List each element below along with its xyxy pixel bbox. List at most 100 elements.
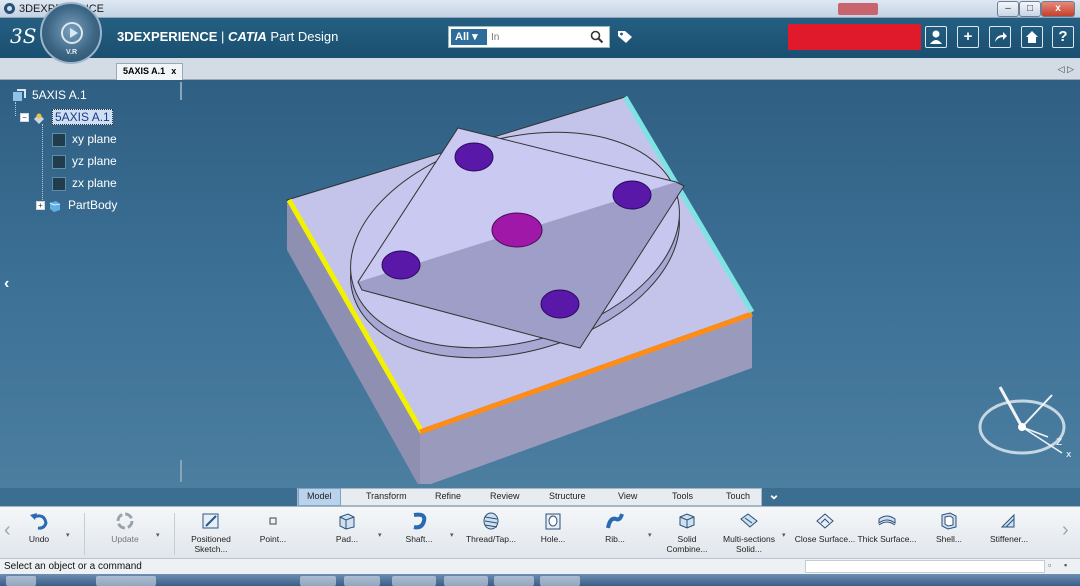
action-bar-tabs: Model Transform Refine Review Structure … bbox=[297, 488, 762, 506]
undo-label: Undo bbox=[28, 534, 50, 544]
close-button[interactable]: x bbox=[1041, 1, 1075, 17]
solid-combine-icon bbox=[679, 513, 695, 529]
thick-surface-button[interactable]: Thick Surface... bbox=[856, 509, 918, 544]
help-button[interactable]: ? bbox=[1052, 26, 1074, 48]
multi-sections-solid-button[interactable]: Multi-sections Solid... bbox=[718, 509, 780, 554]
tab-review[interactable]: Review bbox=[490, 491, 520, 501]
restore-button[interactable]: □ bbox=[1019, 1, 1041, 17]
thread-tap-button[interactable]: Thread/Tap... bbox=[460, 509, 522, 544]
taskbar-item[interactable] bbox=[494, 576, 534, 586]
tab-structure[interactable]: Structure bbox=[549, 491, 586, 501]
tab-touch[interactable]: Touch bbox=[726, 491, 750, 501]
tab-model[interactable]: Model bbox=[298, 488, 341, 506]
minimize-button[interactable]: – bbox=[997, 1, 1019, 17]
hole-button[interactable]: Hole... bbox=[522, 509, 584, 544]
multi-sections-solid-label: Multi-sections Solid... bbox=[723, 534, 775, 554]
stiffener-icon bbox=[1000, 513, 1015, 528]
toolbar-separator bbox=[84, 513, 85, 555]
3d-viewport[interactable]: 5AXIS A.1 − 5AXIS A.1 xy plane yz plane z… bbox=[0, 80, 1080, 488]
thread-tap-label: Thread/Tap... bbox=[465, 534, 517, 544]
part-model[interactable] bbox=[270, 94, 790, 484]
tab-view[interactable]: View bbox=[618, 491, 637, 501]
chat-icon[interactable]: ▪ bbox=[1064, 560, 1075, 571]
undo-dropdown-icon[interactable]: ▾ bbox=[66, 531, 70, 539]
rib-label: Rib... bbox=[605, 534, 625, 544]
tree-item-xy-plane[interactable]: xy plane bbox=[52, 130, 117, 148]
positioned-sketch-label: Positioned Sketch... bbox=[191, 534, 231, 554]
search-icon[interactable] bbox=[590, 30, 604, 44]
tag-icon[interactable] bbox=[617, 30, 633, 44]
point-button[interactable]: Point... bbox=[242, 509, 304, 544]
shaft-icon bbox=[413, 512, 427, 530]
positioned-sketch-button[interactable]: Positioned Sketch... bbox=[180, 509, 242, 554]
taskbar-item[interactable] bbox=[96, 576, 156, 586]
body-icon bbox=[49, 200, 61, 212]
taskbar-item[interactable] bbox=[300, 576, 336, 586]
search-scope-dropdown[interactable]: All ▾ bbox=[451, 29, 487, 45]
search-scope-label: All bbox=[455, 31, 470, 43]
user-banner[interactable] bbox=[788, 24, 921, 50]
undo-button[interactable]: Undo bbox=[8, 509, 70, 544]
thick-surface-label: Thick Surface... bbox=[857, 534, 917, 544]
close-surface-button[interactable]: Close Surface... bbox=[794, 509, 856, 544]
update-button[interactable]: Update bbox=[94, 509, 156, 544]
taskbar-item[interactable] bbox=[6, 576, 36, 586]
share-icon bbox=[995, 32, 1007, 42]
svg-text:Z: Z bbox=[1056, 438, 1062, 448]
tree-part-label: 5AXIS A.1 bbox=[52, 109, 113, 125]
brand-separator: | bbox=[217, 29, 229, 44]
tree-splitter-bottom[interactable] bbox=[180, 460, 182, 482]
point-label: Point... bbox=[259, 534, 287, 544]
tab-5axis[interactable]: 5AXIS A.1 x bbox=[116, 63, 184, 80]
tab-tools[interactable]: Tools bbox=[672, 491, 693, 501]
compass-widget[interactable]: V.R bbox=[40, 2, 102, 64]
tab-close-icon[interactable]: x bbox=[171, 66, 176, 76]
collapse-icon[interactable]: − bbox=[20, 113, 29, 123]
shaft-dropdown-icon[interactable]: ▾ bbox=[450, 531, 454, 539]
rib-dropdown-icon[interactable]: ▾ bbox=[648, 531, 652, 539]
tree-splitter[interactable] bbox=[180, 82, 182, 100]
expand-icon[interactable]: + bbox=[36, 201, 45, 211]
scroll-right-icon[interactable]: › bbox=[1062, 519, 1069, 542]
multi-sections-dropdown-icon[interactable]: ▾ bbox=[782, 531, 786, 539]
taskbar-item[interactable] bbox=[444, 576, 488, 586]
shell-button[interactable]: Shell... bbox=[918, 509, 980, 544]
hole-icon bbox=[545, 513, 561, 530]
tab-refine[interactable]: Refine bbox=[435, 491, 461, 501]
axis-triad[interactable]: Z x bbox=[970, 375, 1074, 475]
pad-button[interactable]: Pad... bbox=[316, 509, 378, 544]
collapse-panel-arrow[interactable]: ‹ bbox=[4, 275, 9, 293]
share-button[interactable] bbox=[989, 26, 1011, 48]
tree-root[interactable]: 5AXIS A.1 bbox=[12, 86, 87, 104]
shaft-button[interactable]: Shaft... bbox=[388, 509, 450, 544]
maximize-icon[interactable]: ▫ bbox=[1048, 560, 1059, 571]
tree-item-partbody[interactable]: + PartBody bbox=[36, 196, 117, 214]
tree-root-label: 5AXIS A.1 bbox=[32, 88, 87, 102]
update-dropdown-icon[interactable]: ▾ bbox=[156, 531, 160, 539]
command-input[interactable] bbox=[805, 560, 1045, 573]
tree-item-yz-plane[interactable]: yz plane bbox=[52, 152, 117, 170]
taskbar-item[interactable] bbox=[344, 576, 380, 586]
shaft-label: Shaft... bbox=[405, 534, 433, 544]
pad-dropdown-icon[interactable]: ▾ bbox=[378, 531, 382, 539]
chevron-down-icon[interactable]: ⌄ bbox=[764, 486, 784, 504]
solid-combine-button[interactable]: Solid Combine... bbox=[656, 509, 718, 554]
stiffener-button[interactable]: Stiffener... bbox=[978, 509, 1040, 544]
hole-right bbox=[612, 180, 652, 210]
tree-item-zx-plane[interactable]: zx plane bbox=[52, 174, 117, 192]
brand-prefix: 3D bbox=[117, 29, 134, 44]
multi-sections-solid-icon bbox=[740, 513, 758, 528]
home-button[interactable] bbox=[1021, 26, 1043, 48]
add-button[interactable]: + bbox=[957, 26, 979, 48]
stiffener-label: Stiffener... bbox=[989, 534, 1029, 544]
taskbar-item[interactable] bbox=[392, 576, 436, 586]
profile-button[interactable] bbox=[925, 26, 947, 48]
search-input[interactable] bbox=[491, 29, 583, 45]
plane-icon bbox=[52, 154, 66, 169]
taskbar-item[interactable] bbox=[540, 576, 580, 586]
tab-scroll-arrows[interactable]: ◁ ▷ bbox=[1058, 64, 1074, 75]
tree-part[interactable]: − 5AXIS A.1 bbox=[20, 108, 113, 126]
ds-logo: 3S bbox=[10, 24, 37, 48]
rib-button[interactable]: Rib... bbox=[584, 509, 646, 544]
tab-transform[interactable]: Transform bbox=[366, 491, 407, 501]
